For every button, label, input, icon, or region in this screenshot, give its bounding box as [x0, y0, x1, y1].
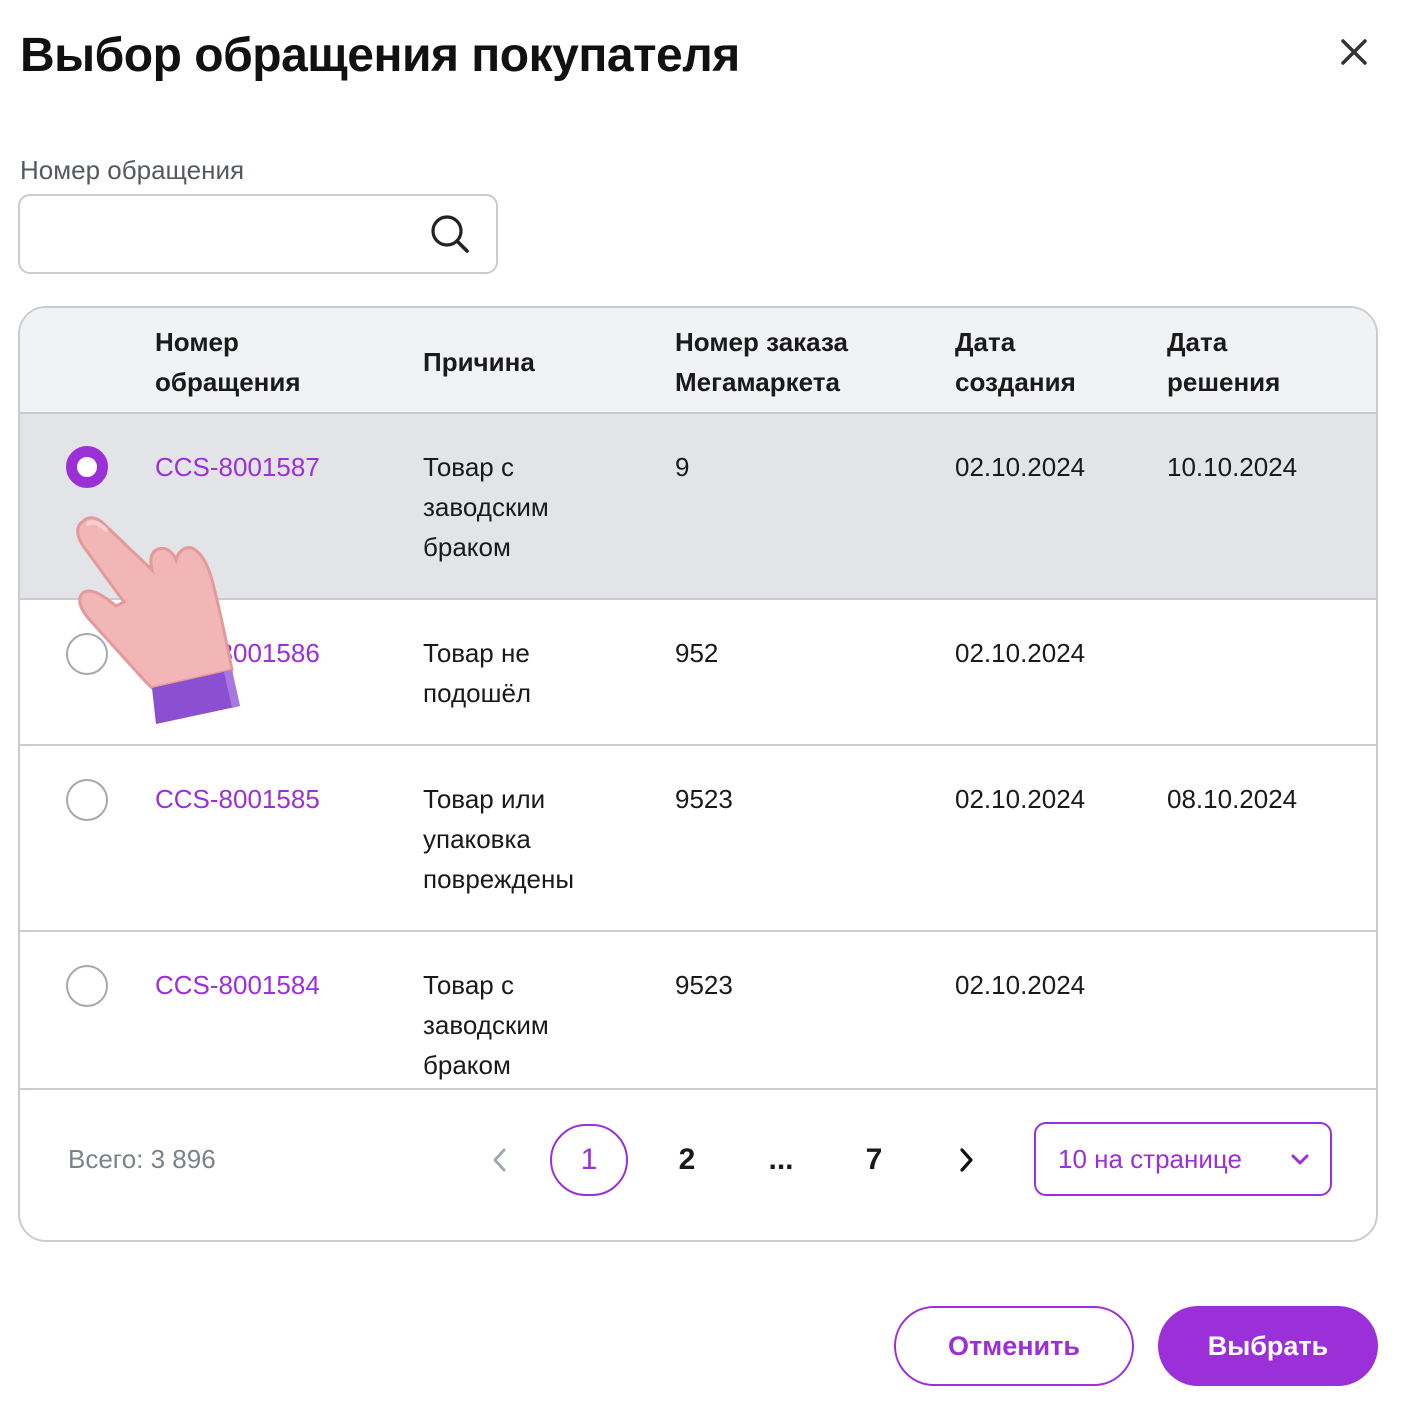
column-header-reason: Причина	[423, 347, 535, 377]
order-number-cell: 952	[675, 638, 719, 668]
reason-cell: Товар с заводским браком	[423, 452, 549, 562]
confirm-button[interactable]: Выбрать	[1158, 1306, 1378, 1386]
created-date-cell: 02.10.2024	[955, 638, 1086, 668]
order-number-cell: 9	[675, 452, 690, 482]
table-row[interactable]: CCS-8001586 Товар не подошёл 952 02.10.2…	[20, 600, 1376, 746]
appeal-id-link[interactable]: CCS-8001585	[155, 779, 320, 819]
column-header-created-date: Дата создания	[955, 327, 1076, 397]
column-header-resolved-date: Дата решения	[1167, 327, 1281, 397]
search-label: Номер обращения	[20, 155, 245, 185]
chevron-right-icon	[960, 1148, 973, 1172]
reason-cell: Товар или упаковка повреждены	[423, 784, 575, 894]
column-header-order-number: Номер заказа Мегамаркета	[675, 327, 848, 397]
column-header-appeal-number: Номер обращения	[155, 327, 301, 397]
created-date-cell: 02.10.2024	[955, 784, 1086, 814]
appeal-id-link[interactable]: CCS-8001584	[155, 965, 320, 1005]
order-number-cell: 9523	[675, 970, 733, 1000]
next-page-button[interactable]	[946, 1138, 986, 1182]
reason-cell: Товар не подошёл	[423, 638, 532, 708]
search-input[interactable]	[40, 210, 430, 258]
row-radio[interactable]	[66, 446, 108, 488]
created-date-cell: 02.10.2024	[955, 970, 1086, 1000]
order-number-cell: 9523	[675, 784, 733, 814]
search-icon[interactable]	[428, 212, 472, 256]
table-footer-divider	[20, 1088, 1376, 1090]
table-row[interactable]: CCS-8001585 Товар или упаковка поврежден…	[20, 746, 1376, 932]
row-radio[interactable]	[66, 633, 108, 675]
page-size-value: 10 на странице	[1058, 1143, 1242, 1174]
page-button-7[interactable]: 7	[835, 1124, 913, 1196]
table-row[interactable]: CCS-8001587 Товар с заводским браком 9 0…	[20, 414, 1376, 600]
page-ellipsis: ...	[768, 1143, 794, 1176]
page-button-2[interactable]: 2	[648, 1124, 726, 1196]
appeal-id-link[interactable]: CCS-8001586	[155, 633, 320, 673]
appeal-id-link[interactable]: CCS-8001587	[155, 447, 320, 487]
total-count: Всего: 3 896	[68, 1144, 216, 1174]
close-button[interactable]	[1330, 28, 1378, 76]
row-radio[interactable]	[66, 779, 108, 821]
table-header: Номер обращения Причина Номер заказа Мег…	[20, 308, 1376, 414]
dialog-title: Выбор обращения покупателя	[20, 29, 740, 82]
search-field[interactable]	[18, 194, 498, 274]
reason-cell: Товар с заводским браком	[423, 970, 549, 1080]
page-button-1[interactable]: 1	[550, 1124, 628, 1196]
cancel-button[interactable]: Отменить	[894, 1306, 1134, 1386]
prev-page-button[interactable]	[480, 1138, 520, 1182]
row-radio[interactable]	[66, 965, 108, 1007]
resolved-date-cell: 08.10.2024	[1167, 784, 1298, 814]
resolved-date-cell: 10.10.2024	[1167, 452, 1298, 482]
chevron-down-icon	[1291, 1154, 1309, 1165]
chevron-left-icon	[493, 1148, 506, 1172]
appeals-table: Номер обращения Причина Номер заказа Мег…	[18, 306, 1378, 1242]
table-row[interactable]: CCS-8001584 Товар с заводским браком 952…	[20, 932, 1376, 1088]
close-icon	[1341, 39, 1367, 65]
created-date-cell: 02.10.2024	[955, 452, 1086, 482]
page-size-select[interactable]: 10 на странице	[1034, 1122, 1332, 1196]
